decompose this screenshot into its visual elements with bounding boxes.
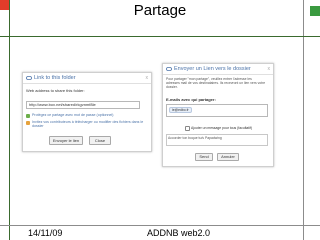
slide-title: Partage: [133, 2, 187, 19]
close-icon[interactable]: x: [146, 73, 149, 83]
top-rule: [0, 36, 320, 37]
email-dialog-header: Envoyer un Lien vers le dossier x: [163, 64, 273, 75]
message-checkbox-label: Ajouter un message pour tous (facultatif…: [191, 126, 253, 130]
email-recipients-label: E-mails avec qui partager:: [166, 97, 216, 102]
users-icon: [26, 121, 30, 125]
invite-collaborators-link[interactable]: Invitez vos contributeurs à télécharger …: [32, 120, 144, 128]
email-intro-text: Pour partager "mon partage", veuillez en…: [166, 77, 266, 89]
link-dialog-title: Link to this folder: [34, 75, 76, 81]
web-address-label: Web address to share this folder:: [26, 88, 85, 93]
link-folder-dialog: Link to this folder x Web address to sha…: [22, 72, 152, 152]
link-icon: [26, 76, 32, 80]
email-dialog-title: Envoyer un Lien vers le dossier: [174, 66, 251, 72]
link-dialog-header: Link to this folder x: [23, 73, 151, 84]
bottom-rule: [0, 225, 320, 226]
message-textarea[interactable]: Accorder ton boque tu/s Papadwing: [166, 134, 268, 146]
email-chip[interactable]: le@edbo.fr: [169, 107, 192, 113]
message-checkbox[interactable]: [185, 126, 190, 131]
password-option-link[interactable]: Protégez ce partage avec mot de passe (o…: [32, 113, 142, 117]
footer-title: ADDNB web2.0: [147, 228, 211, 238]
link-icon: [166, 67, 172, 71]
send-button[interactable]: Send: [195, 153, 213, 161]
email-link-dialog: Envoyer un Lien vers le dossier x Pour p…: [162, 63, 274, 167]
email-recipients-field[interactable]: le@edbo.fr: [166, 104, 268, 117]
close-button[interactable]: Close: [89, 136, 111, 145]
cancel-button[interactable]: Annuler: [217, 153, 239, 161]
share-url-field[interactable]: http://www.box.net/shared/rkgvnmf8le: [26, 101, 140, 109]
footer-date: 14/11/09: [28, 228, 63, 238]
lock-icon: [26, 114, 30, 118]
send-link-button[interactable]: Envoyer le lien: [49, 136, 83, 145]
close-icon[interactable]: x: [268, 64, 271, 74]
